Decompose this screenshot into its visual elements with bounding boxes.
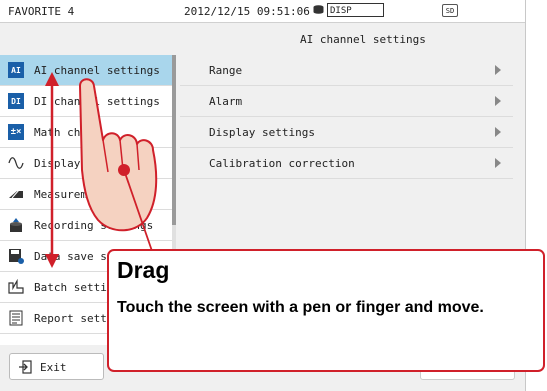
chevron-right-icon — [495, 127, 501, 137]
favorite-label[interactable]: FAVORITE 4 — [8, 5, 74, 18]
datetime-display: 2012/12/15 09:51:06 — [184, 5, 310, 18]
submenu-item-alarm[interactable]: Alarm — [180, 86, 513, 117]
sd-card-icon: SD — [442, 4, 458, 17]
disp-indicator[interactable]: DISP — [327, 3, 384, 17]
menu-item-label: Measurement s — [34, 188, 121, 201]
page-title: AI channel settings — [300, 33, 426, 46]
batch-icon — [8, 279, 24, 294]
submenu-item-label: Calibration correction — [209, 157, 355, 170]
exit-label: Exit — [40, 361, 67, 374]
menu-item-recording[interactable]: Recording settings — [0, 210, 172, 241]
chevron-right-icon — [495, 65, 501, 75]
exit-icon — [19, 360, 32, 374]
sine-wave-icon — [8, 157, 24, 169]
menu-item-label: Math ch — [34, 126, 81, 139]
chevron-right-icon — [495, 158, 501, 168]
gesture-callout: Drag Touch the screen with a pen or fing… — [107, 249, 545, 372]
submenu-item-label: Alarm — [209, 95, 243, 108]
submenu-item-label: Display settings — [209, 126, 315, 139]
measurement-icon — [9, 189, 23, 199]
submenu-item-range[interactable]: Range — [180, 55, 513, 86]
callout-title: Drag — [117, 257, 170, 283]
menu-item-label: AI channel settings — [34, 64, 160, 77]
submenu-item-calibration-correction[interactable]: Calibration correction — [180, 148, 513, 179]
chevron-right-icon — [495, 96, 501, 106]
ai-icon: AI — [8, 62, 24, 78]
recording-icon — [10, 218, 22, 232]
data-save-icon — [9, 249, 24, 264]
callout-body: Touch the screen with a pen or finger an… — [117, 299, 484, 316]
di-icon: DI — [8, 93, 24, 109]
menu-item-label: Recording settings — [34, 219, 154, 232]
menu-item-label: Display se — [34, 157, 101, 170]
scrollbar-thumb[interactable] — [172, 55, 176, 225]
submenu-item-label: Range — [209, 64, 243, 77]
math-icon: ±× — [8, 124, 24, 140]
menu-item-measurement[interactable]: Measurement s — [0, 179, 172, 210]
menu-item-label: Data save se — [34, 250, 114, 263]
menu-item-label: DI channel settings — [34, 95, 160, 108]
report-icon — [9, 310, 23, 326]
menu-item-ai-channel[interactable]: AI AI channel settings — [0, 55, 172, 86]
submenu-item-display-settings[interactable]: Display settings — [180, 117, 513, 148]
status-bar: FAVORITE 4 2012/12/15 09:51:06 DISP SD — [0, 0, 525, 23]
menu-item-math-channel[interactable]: ±× Math ch — [0, 117, 172, 148]
exit-button[interactable]: Exit — [9, 353, 104, 380]
menu-item-di-channel[interactable]: DI DI channel settings — [0, 86, 172, 117]
disk-icon — [313, 5, 324, 14]
menu-item-display-settings[interactable]: Display se — [0, 148, 172, 179]
